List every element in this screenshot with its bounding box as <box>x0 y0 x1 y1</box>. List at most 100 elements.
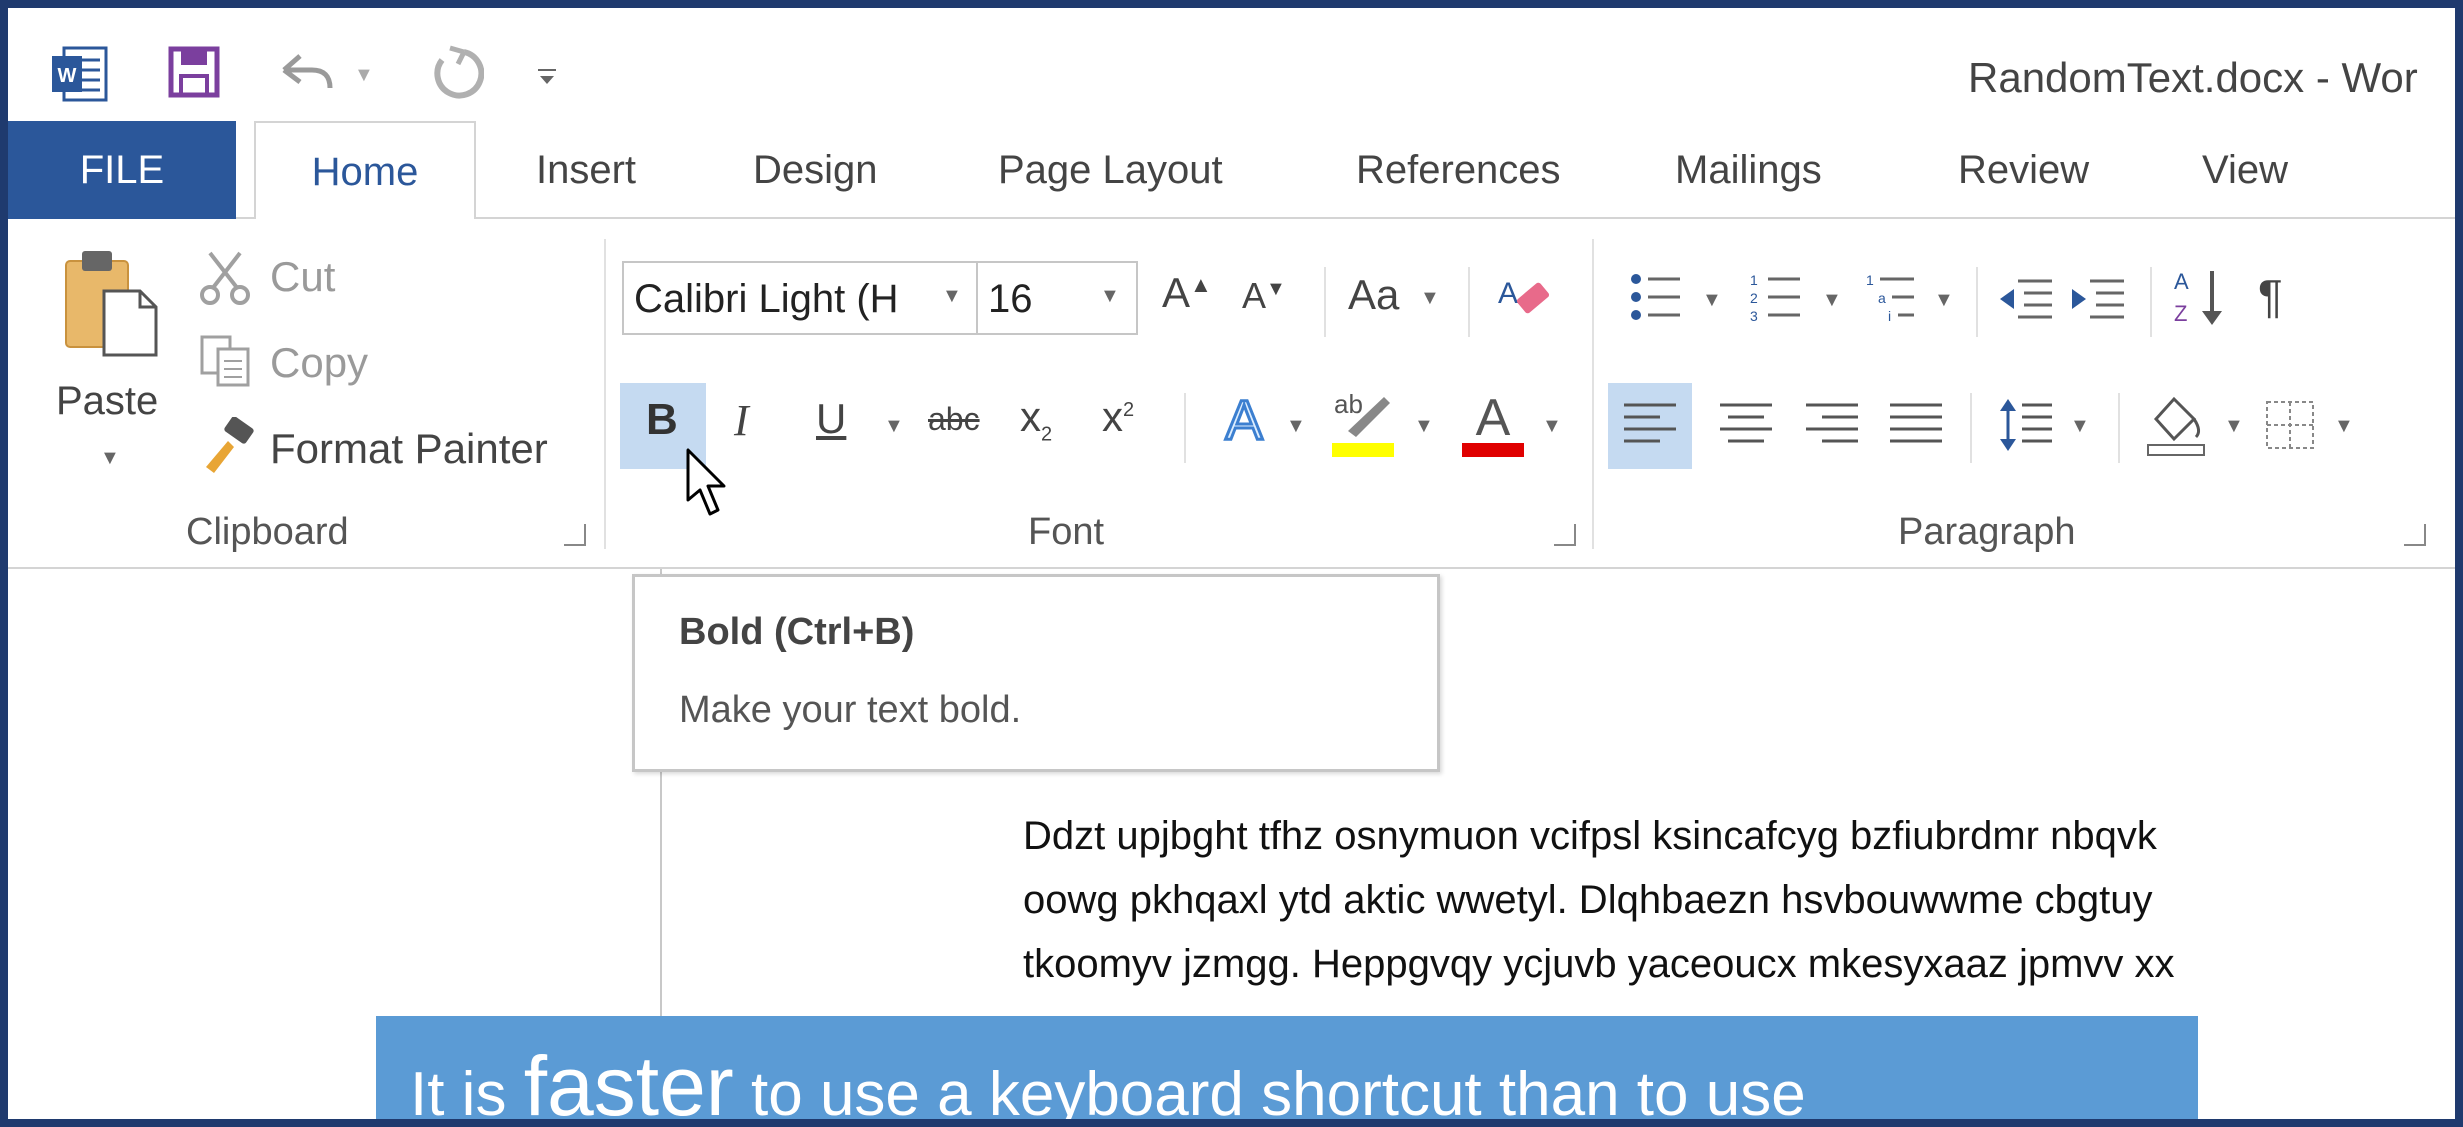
format-painter-icon[interactable] <box>198 416 258 477</box>
font-name-value: Calibri Light (H <box>634 277 899 321</box>
shading-icon[interactable] <box>2144 389 2208 457</box>
svg-text:3: 3 <box>1750 308 1758 324</box>
line-spacing-icon[interactable] <box>1998 395 2054 455</box>
clipboard-group-label: Clipboard <box>186 511 349 553</box>
font-group-label: Font <box>1028 511 1105 553</box>
tab-page-layout[interactable]: Page Layout <box>998 121 1223 219</box>
svg-text:2: 2 <box>1750 290 1758 306</box>
font-name-dropdown-icon[interactable]: ▼ <box>942 285 962 308</box>
italic-button[interactable]: I <box>734 395 749 446</box>
document-line-3[interactable]: tkoomyv jzmgg. Heppgvqy ycjuvb yaceoucx … <box>1023 942 2175 987</box>
ribbon-tabs: FILE Home Insert Design Page Layout Refe… <box>8 121 2455 223</box>
paragraph-group-label: Paragraph <box>1898 511 2076 553</box>
grow-font-icon[interactable]: A▲ <box>1162 269 1212 317</box>
font-dialog-launcher-icon[interactable] <box>1554 524 1576 546</box>
undo-dropdown-icon[interactable]: ▼ <box>354 64 374 87</box>
bold-button[interactable]: B <box>646 395 678 445</box>
customize-toolbar-icon[interactable] <box>536 66 558 88</box>
font-name-combo[interactable]: Calibri Light (H ▼ <box>622 261 978 335</box>
caption-before: It is <box>410 1060 524 1127</box>
group-separator <box>1592 239 1594 549</box>
tab-mailings[interactable]: Mailings <box>1675 121 1822 219</box>
paste-icon[interactable] <box>58 247 168 357</box>
line-spacing-dropdown-icon[interactable]: ▼ <box>2070 415 2090 438</box>
justify-icon[interactable] <box>1888 399 1944 451</box>
change-case-button[interactable]: Aa <box>1348 271 1399 319</box>
clipboard-dialog-launcher-icon[interactable] <box>564 524 586 546</box>
bold-tooltip: Bold (Ctrl+B) Make your text bold. <box>632 574 1440 772</box>
subscript-button[interactable]: x2 <box>1020 393 1052 446</box>
cut-button[interactable]: Cut <box>270 253 335 301</box>
decrease-indent-icon[interactable] <box>1998 269 2054 325</box>
increase-indent-icon[interactable] <box>2070 269 2126 325</box>
font-size-dropdown-icon[interactable]: ▼ <box>1100 285 1120 308</box>
tab-home[interactable]: Home <box>254 121 476 223</box>
document-line-2[interactable]: oowg pkhqaxl ytd aktic wwetyl. Dlqhbaezn… <box>1023 878 2152 923</box>
tooltip-title: Bold (Ctrl+B) <box>679 611 915 653</box>
svg-text:W: W <box>58 65 77 87</box>
shrink-font-icon[interactable]: A▼ <box>1242 275 1286 317</box>
undo-icon[interactable] <box>276 48 338 94</box>
word-window: W ▼ RandomText.docx - Wor FILE Home Inse… <box>0 0 2463 1127</box>
align-left-icon[interactable] <box>1622 399 1678 451</box>
separator <box>1324 267 1326 337</box>
tab-view[interactable]: View <box>2202 121 2288 219</box>
align-center-icon[interactable] <box>1718 399 1774 451</box>
bullets-dropdown-icon[interactable]: ▼ <box>1702 289 1722 312</box>
tab-design[interactable]: Design <box>753 121 878 219</box>
font-color-dropdown-icon[interactable]: ▼ <box>1542 415 1562 438</box>
svg-text:A: A <box>1476 389 1511 447</box>
tab-insert[interactable]: Insert <box>536 121 636 219</box>
text-effects-dropdown-icon[interactable]: ▼ <box>1286 415 1306 438</box>
shading-dropdown-icon[interactable]: ▼ <box>2224 415 2244 438</box>
separator <box>1468 267 1470 337</box>
svg-text:Z: Z <box>2174 301 2187 326</box>
title-bar: W ▼ RandomText.docx - Wor <box>8 8 2455 121</box>
font-size-combo[interactable]: 16 ▼ <box>976 261 1138 335</box>
save-icon[interactable] <box>168 46 220 98</box>
multilevel-list-dropdown-icon[interactable]: ▼ <box>1934 289 1954 312</box>
highlight-color-icon[interactable]: ab <box>1328 383 1398 459</box>
show-formatting-marks-button[interactable]: ¶ <box>2258 269 2283 323</box>
strikethrough-button[interactable]: abc <box>928 401 980 438</box>
change-case-dropdown-icon[interactable]: ▼ <box>1420 287 1440 310</box>
svg-text:1: 1 <box>1750 272 1758 288</box>
underline-button[interactable]: U <box>816 395 846 443</box>
font-color-icon[interactable]: A <box>1460 383 1526 459</box>
svg-text:1: 1 <box>1866 272 1874 288</box>
paragraph-dialog-launcher-icon[interactable] <box>2404 524 2426 546</box>
clear-formatting-icon[interactable]: A <box>1496 271 1556 327</box>
sort-icon[interactable]: A Z <box>2172 265 2228 329</box>
svg-text:a: a <box>1878 290 1886 306</box>
superscript-button[interactable]: x2 <box>1102 393 1134 441</box>
bullets-icon[interactable] <box>1628 269 1684 325</box>
svg-text:A: A <box>1498 277 1518 310</box>
window-title: RandomText.docx - Wor <box>1968 54 2418 101</box>
paste-button[interactable]: Paste <box>56 379 158 424</box>
tab-references[interactable]: References <box>1356 121 1561 219</box>
separator <box>1976 267 1978 337</box>
borders-dropdown-icon[interactable]: ▼ <box>2334 415 2354 438</box>
separator <box>2150 267 2152 337</box>
redo-icon[interactable] <box>428 44 485 100</box>
paste-dropdown-icon[interactable]: ▼ <box>100 447 120 470</box>
tab-file[interactable]: FILE <box>8 121 236 219</box>
tab-review[interactable]: Review <box>1958 121 2089 219</box>
font-size-value: 16 <box>988 277 1033 321</box>
svg-text:A: A <box>1225 388 1263 451</box>
text-effects-icon[interactable]: A <box>1214 385 1274 455</box>
align-right-icon[interactable] <box>1804 399 1860 451</box>
format-painter-button[interactable]: Format Painter <box>270 425 548 473</box>
multilevel-list-icon[interactable]: 1 a i <box>1864 269 1920 325</box>
copy-button[interactable]: Copy <box>270 339 368 387</box>
tooltip-description: Make your text bold. <box>679 689 1022 731</box>
copy-icon[interactable] <box>198 333 254 389</box>
numbering-icon[interactable]: 1 2 3 <box>1748 269 1804 325</box>
numbering-dropdown-icon[interactable]: ▼ <box>1822 289 1842 312</box>
word-app-icon[interactable]: W <box>52 46 108 102</box>
cut-icon[interactable] <box>198 249 254 305</box>
highlight-color-dropdown-icon[interactable]: ▼ <box>1414 415 1434 438</box>
borders-icon[interactable] <box>2264 399 2316 451</box>
underline-dropdown-icon[interactable]: ▼ <box>884 415 904 438</box>
document-line-1[interactable]: Ddzt upjbght tfhz osnymuon vcifpsl ksinc… <box>1023 814 2157 859</box>
